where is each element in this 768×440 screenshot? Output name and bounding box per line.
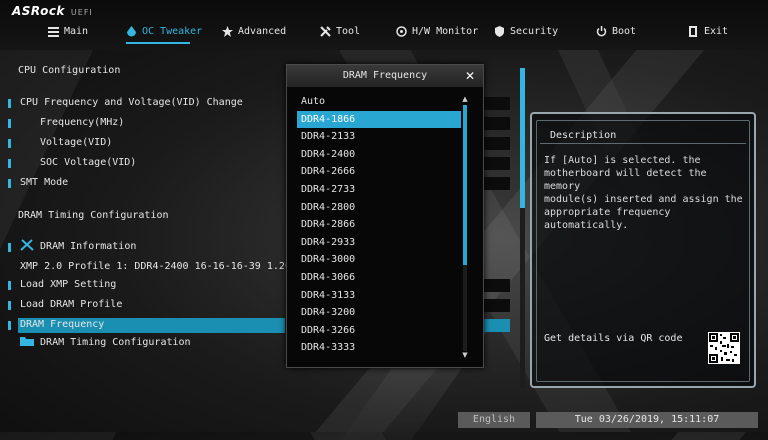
dram-information-label: DRAM Information (40, 241, 137, 252)
value-field-selected[interactable] (484, 319, 510, 332)
tab-label: OC Tweaker (142, 25, 203, 37)
description-panel: Description If [Auto] is selected. the m… (530, 112, 756, 388)
asrock-logo: ASRock UEFI (12, 4, 93, 18)
star-icon (222, 25, 233, 37)
setting-marker (8, 321, 11, 330)
value-field[interactable] (484, 279, 510, 292)
setting-voltage[interactable]: Voltage(VID) (40, 135, 112, 151)
frequency-option[interactable]: DDR4-3133 (297, 287, 461, 304)
qr-code-label: Get details via QR code (544, 333, 683, 344)
tab-tool[interactable]: Tool (320, 22, 360, 40)
tab-advanced[interactable]: Advanced (222, 22, 286, 40)
drop-icon (126, 25, 137, 37)
frequency-option[interactable]: DDR4-3200 (297, 304, 461, 321)
divider (540, 143, 746, 144)
dram-timing-configuration-label: DRAM Timing Configuration (40, 337, 191, 348)
close-icon[interactable]: ✕ (463, 69, 477, 83)
setting-marker (8, 139, 11, 148)
scroll-down-arrow-icon[interactable]: ▼ (461, 351, 469, 359)
date-time-display: Tue 03/26/2019, 15:11:07 (536, 412, 758, 428)
frequency-option[interactable]: DDR4-3066 (297, 269, 461, 286)
qr-code-icon (708, 332, 740, 364)
frequency-option[interactable]: DDR4-2133 (297, 128, 461, 145)
setting-dram-information[interactable]: DRAM Information (20, 239, 136, 255)
frequency-option[interactable]: DDR4-2666 (297, 163, 461, 180)
value-field[interactable] (484, 299, 510, 312)
setting-marker (8, 243, 11, 252)
power-circle-icon (396, 25, 407, 37)
shield-icon (494, 25, 505, 37)
setting-cpu-frequency-voltage[interactable]: CPU Frequency and Voltage(VID) Change (20, 95, 243, 111)
section-cpu-configuration: CPU Configuration (18, 65, 121, 76)
frequency-option[interactable]: DDR4-2733 (297, 181, 461, 198)
value-field[interactable] (484, 117, 510, 130)
tools-icon (20, 239, 34, 251)
top-navigation-bar: ASRock UEFI Main OC Tweaker Advanced Tool… (0, 0, 768, 50)
frequency-option[interactable]: DDR4-1866 (297, 110, 461, 128)
setting-frequency[interactable]: Frequency(MHz) (40, 115, 124, 131)
tab-label: H/W Monitor (412, 25, 479, 37)
wrench-icon (320, 25, 331, 37)
scroll-up-arrow-icon[interactable]: ▲ (461, 95, 469, 103)
tab-label: Security (510, 25, 559, 37)
folder-icon (20, 336, 34, 346)
tab-label: Main (64, 25, 89, 37)
xmp-profile-info: XMP 2.0 Profile 1: DDR4-2400 16-16-16-39… (20, 261, 297, 272)
frequency-option[interactable]: DDR4-2400 (297, 146, 461, 163)
language-selector[interactable]: English (458, 412, 530, 428)
description-text: If [Auto] is selected. the motherboard w… (544, 155, 743, 231)
scrollbar-track[interactable] (463, 105, 467, 351)
setting-marker (8, 179, 11, 188)
popup-scrollbar[interactable]: ▲ ▼ (461, 95, 469, 359)
frequency-option[interactable]: DDR4-2933 (297, 234, 461, 251)
setting-load-dram-profile[interactable]: Load DRAM Profile (20, 297, 122, 313)
tab-label: Advanced (238, 25, 287, 37)
main-scrollbar[interactable] (520, 68, 525, 388)
frequency-option[interactable]: DDR4-3266 (297, 322, 461, 339)
section-dram-timing: DRAM Timing Configuration (18, 210, 169, 221)
active-tab-indicator (126, 42, 190, 44)
scrollbar-thumb[interactable] (463, 105, 467, 265)
setting-marker (8, 281, 11, 290)
exit-door-icon (688, 25, 699, 37)
value-field[interactable] (484, 137, 510, 150)
value-field[interactable] (484, 157, 510, 170)
popup-title: DRAM Frequency (287, 65, 483, 87)
setting-marker (8, 99, 11, 108)
value-field[interactable] (484, 177, 510, 190)
tab-oc-tweaker[interactable]: OC Tweaker (126, 22, 202, 40)
frequency-option[interactable]: DDR4-3000 (297, 251, 461, 268)
value-field[interactable] (484, 97, 510, 110)
dram-frequency-popup: DRAM Frequency ✕ Auto DDR4-1866 DDR4-2133 D… (286, 64, 484, 368)
setting-marker (8, 301, 11, 310)
tab-security[interactable]: Security (494, 22, 558, 40)
setting-dram-frequency[interactable]: DRAM Frequency (20, 317, 104, 333)
tab-label: Exit (704, 25, 729, 37)
frequency-option[interactable]: DDR4-2800 (297, 199, 461, 216)
frequency-option[interactable]: Auto (297, 93, 461, 110)
setting-load-xmp[interactable]: Load XMP Setting (20, 277, 116, 293)
tab-boot[interactable]: Boot (596, 22, 636, 40)
setting-dram-timing-configuration[interactable]: DRAM Timing Configuration (20, 335, 191, 351)
power-icon (596, 25, 607, 37)
description-title: Description (550, 130, 617, 141)
scrollbar-thumb[interactable] (520, 68, 525, 208)
setting-smt-mode[interactable]: SMT Mode (20, 175, 68, 191)
tab-exit[interactable]: Exit (688, 22, 728, 40)
tab-main[interactable]: Main (48, 22, 88, 40)
setting-soc-voltage[interactable]: SOC Voltage(VID) (40, 155, 136, 171)
frequency-option[interactable]: DDR4-2866 (297, 216, 461, 233)
tab-hw-monitor[interactable]: H/W Monitor (396, 22, 478, 40)
tab-label: Tool (336, 25, 361, 37)
tab-label: Boot (612, 25, 637, 37)
frequency-option[interactable]: DDR4-3333 (297, 339, 461, 356)
setting-marker (8, 159, 11, 168)
setting-marker (8, 119, 11, 128)
list-icon (48, 26, 59, 37)
